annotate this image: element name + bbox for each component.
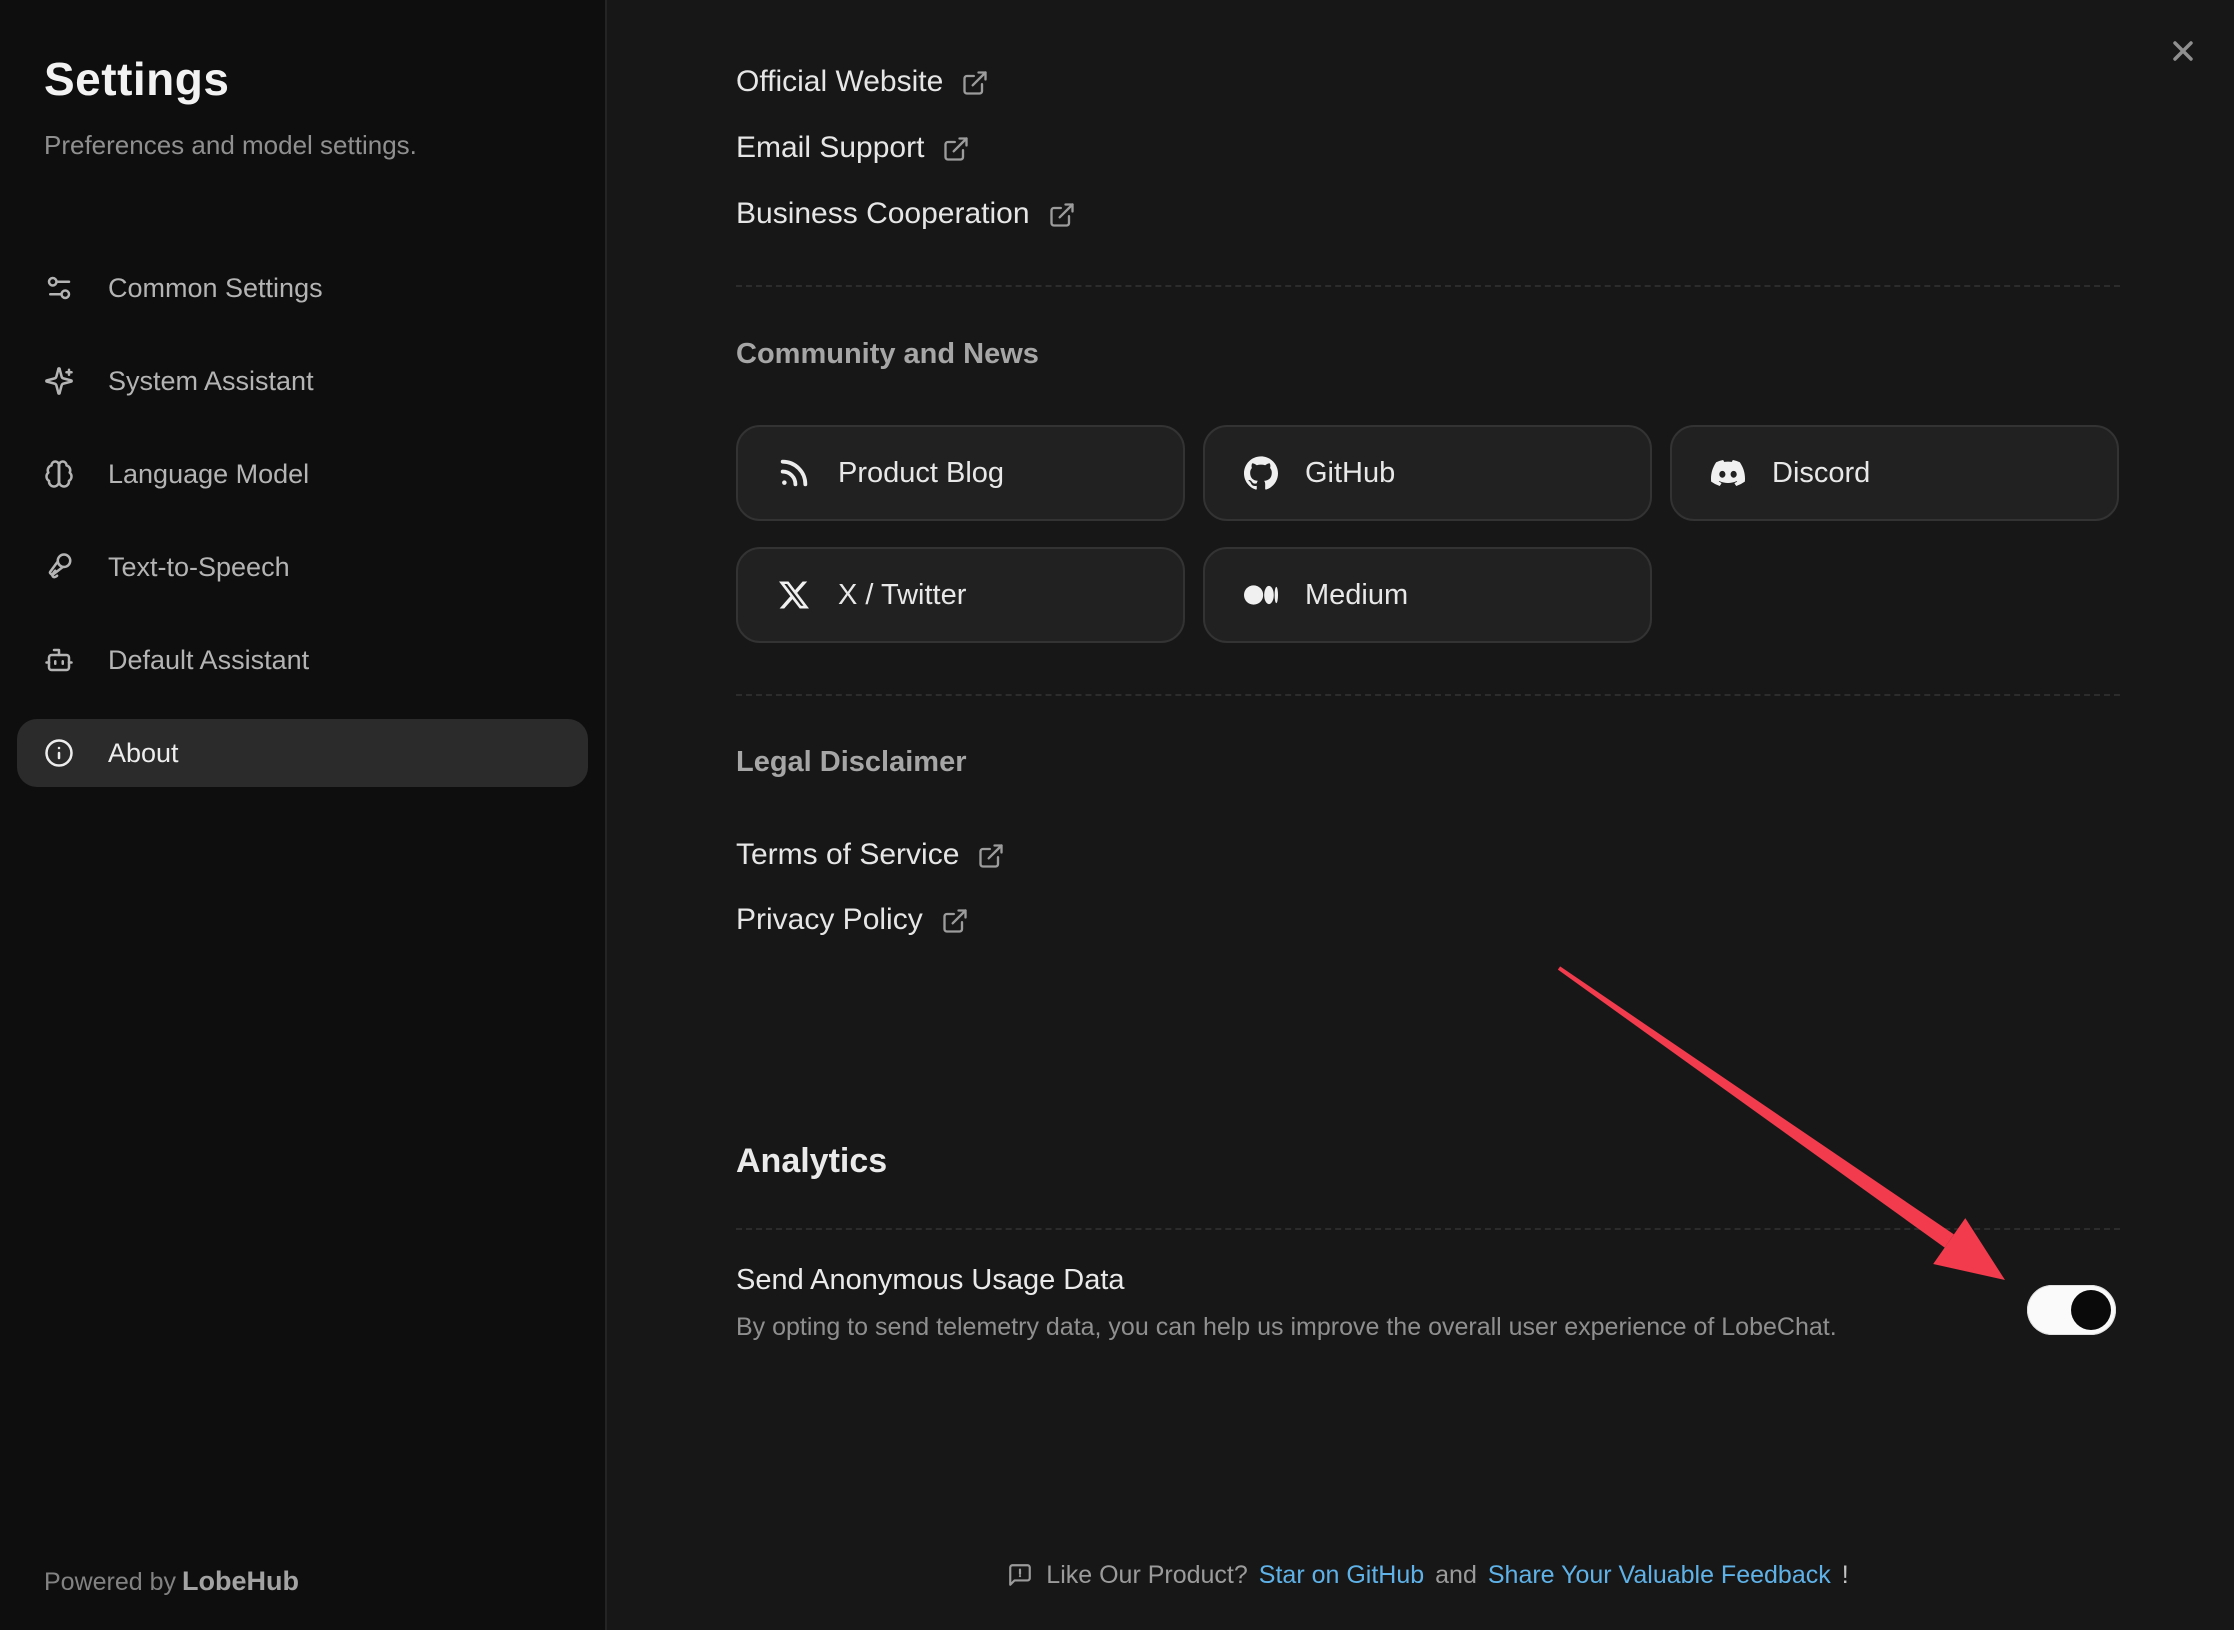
contact-us-heading: Contact Us [736, 0, 889, 6]
button-label: Discord [1772, 457, 1870, 490]
business-cooperation-link[interactable]: Business Cooperation [736, 196, 1076, 232]
link-label: Business Cooperation [736, 196, 1030, 232]
discord-icon [1710, 455, 1746, 491]
rss-icon [776, 455, 812, 491]
sidebar-item-label: About [108, 738, 179, 769]
toggle-knob [2071, 1290, 2111, 1330]
github-icon [1243, 455, 1279, 491]
sidebar-item-label: Text-to-Speech [108, 552, 290, 583]
settings-sidebar: Settings Preferences and model settings.… [0, 0, 607, 1630]
close-button[interactable] [2164, 32, 2202, 70]
x-icon [776, 577, 812, 613]
section-divider [736, 1228, 2120, 1230]
section-divider [736, 694, 2120, 696]
brain-icon [44, 459, 74, 489]
powered-by: Powered byLobeHub [44, 1566, 299, 1597]
footer-prompt: Like Our Product? [1046, 1558, 1248, 1592]
sidebar-item-text-to-speech[interactable]: Text-to-Speech [17, 533, 588, 601]
sidebar-item-default-assistant[interactable]: Default Assistant [17, 626, 588, 694]
page-subtitle: Preferences and model settings. [44, 130, 561, 161]
mic-icon [44, 552, 74, 582]
about-content: Contact Us Official Website Email Suppor… [736, 0, 2120, 1630]
info-icon [44, 738, 74, 768]
terms-of-service-link[interactable]: Terms of Service [736, 837, 1005, 873]
usage-data-label: Send Anonymous Usage Data [736, 1262, 1125, 1298]
external-link-icon [1048, 201, 1076, 229]
message-bubble-icon [1007, 1562, 1033, 1588]
link-label: Email Support [736, 130, 924, 166]
x-twitter-button[interactable]: X / Twitter [736, 547, 1185, 643]
medium-button[interactable]: Medium [1203, 547, 1652, 643]
link-label: Official Website [736, 64, 943, 100]
bot-icon [44, 645, 74, 675]
link-label: Privacy Policy [736, 902, 923, 938]
official-website-link[interactable]: Official Website [736, 64, 989, 100]
github-button[interactable]: GitHub [1203, 425, 1652, 521]
button-label: X / Twitter [838, 579, 966, 612]
sidebar-item-system-assistant[interactable]: System Assistant [17, 347, 588, 415]
community-heading: Community and News [736, 336, 1039, 372]
legal-heading: Legal Disclaimer [736, 744, 967, 780]
about-panel: Contact Us Official Website Email Suppor… [609, 0, 2234, 1630]
medium-icon [1243, 577, 1279, 613]
link-label: Terms of Service [736, 837, 959, 873]
button-label: Product Blog [838, 457, 1004, 490]
discord-button[interactable]: Discord [1670, 425, 2119, 521]
star-on-github-link[interactable]: Star on GitHub [1259, 1558, 1424, 1592]
feedback-footer: Like Our Product? Star on GitHub and Sha… [736, 1558, 2120, 1592]
community-buttons: Product Blog GitHub Discord X / Twitter [736, 425, 2119, 643]
usage-data-description: By opting to send telemetry data, you ca… [736, 1312, 1837, 1342]
footer-conjunction: and [1435, 1558, 1477, 1592]
powered-by-prefix: Powered by [44, 1568, 176, 1596]
button-label: Medium [1305, 579, 1408, 612]
external-link-icon [977, 842, 1005, 870]
sparkles-icon [44, 366, 74, 396]
usage-data-toggle[interactable] [2027, 1285, 2116, 1335]
email-support-link[interactable]: Email Support [736, 130, 970, 166]
sidebar-item-label: Common Settings [108, 273, 323, 304]
sliders-icon [44, 273, 74, 303]
page-title: Settings [44, 52, 561, 106]
product-blog-button[interactable]: Product Blog [736, 425, 1185, 521]
share-feedback-link[interactable]: Share Your Valuable Feedback [1488, 1558, 1831, 1592]
sidebar-header: Settings Preferences and model settings. [0, 0, 605, 161]
external-link-icon [942, 135, 970, 163]
sidebar-item-label: Language Model [108, 459, 309, 490]
close-icon [2167, 35, 2199, 67]
footer-exclamation: ! [1842, 1558, 1849, 1592]
section-divider [736, 285, 2120, 287]
sidebar-item-label: System Assistant [108, 366, 314, 397]
sidebar-item-label: Default Assistant [108, 645, 309, 676]
external-link-icon [941, 907, 969, 935]
sidebar-item-about[interactable]: About [17, 719, 588, 787]
lobehub-brand: LobeHub [182, 1566, 299, 1596]
sidebar-item-language-model[interactable]: Language Model [17, 440, 588, 508]
button-label: GitHub [1305, 457, 1395, 490]
settings-nav: Common Settings System Assistant Languag… [17, 254, 588, 787]
privacy-policy-link[interactable]: Privacy Policy [736, 902, 969, 938]
sidebar-item-common-settings[interactable]: Common Settings [17, 254, 588, 322]
external-link-icon [961, 69, 989, 97]
analytics-heading: Analytics [736, 1140, 887, 1182]
